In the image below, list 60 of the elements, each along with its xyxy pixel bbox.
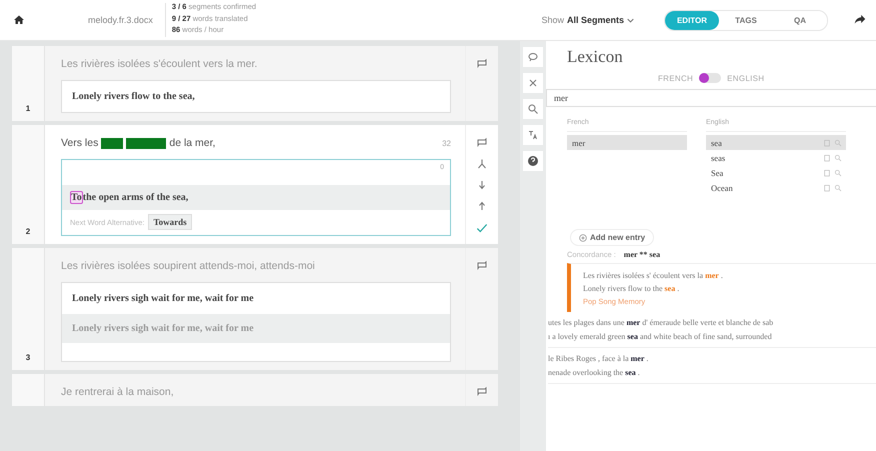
match-row[interactable]: le Ribes Roges , face à la mer . nenade overlooking the sea . bbox=[548, 350, 876, 384]
match-source: utes les plages dans une mer d' émeraude belle verte et blanche de sab bbox=[548, 318, 774, 327]
add-entry-button[interactable]: Add new entry bbox=[570, 229, 654, 246]
source-text: de la mer, bbox=[169, 137, 216, 149]
help-button[interactable] bbox=[523, 151, 543, 171]
source-text: Je rentrerai à la maison, bbox=[61, 386, 174, 398]
search-button[interactable] bbox=[523, 99, 543, 119]
concordance-pair: mer ** sea bbox=[624, 250, 660, 259]
term-item[interactable]: mer bbox=[567, 135, 687, 150]
match-target: ı a lovely emerald green sea and white beach of fine sand, surrounded bbox=[548, 332, 773, 341]
target-field[interactable]: Lonely rivers flow to the sea, bbox=[61, 80, 451, 113]
segment-filter[interactable]: Show All Segments bbox=[541, 15, 634, 25]
segment-number: 2 bbox=[26, 227, 30, 236]
plus-circle-icon bbox=[579, 234, 587, 242]
chevron-icon bbox=[627, 18, 634, 22]
alternative-button[interactable]: Towards bbox=[148, 214, 192, 230]
term-highlight bbox=[126, 138, 166, 148]
target-field[interactable]: Lonely rivers sigh wait for me, wait for me Lonely rivers sigh wait for me, wait for me bbox=[61, 282, 451, 362]
translate-button[interactable] bbox=[523, 125, 543, 145]
comment-icon[interactable] bbox=[476, 58, 488, 70]
character-count: 32 bbox=[442, 138, 451, 148]
segment-number: 1 bbox=[26, 104, 30, 113]
arrow-down-icon[interactable] bbox=[476, 179, 488, 191]
target-text: Lonely rivers sigh wait for me, wait for me bbox=[71, 292, 255, 306]
check-icon[interactable] bbox=[475, 221, 489, 235]
comment-icon[interactable] bbox=[476, 260, 488, 272]
language-label: FRENCH bbox=[658, 74, 694, 82]
help-icon bbox=[527, 155, 539, 167]
match-source: Les rivières isolées s' écoulent vers la mer . bbox=[583, 271, 724, 280]
comment-icon[interactable] bbox=[476, 137, 488, 149]
segment-number: 3 bbox=[26, 353, 30, 362]
translate-icon bbox=[527, 129, 539, 141]
comment-icon bbox=[527, 51, 539, 63]
target-text: the open arms of the sea, bbox=[82, 192, 188, 203]
arrow-up-icon[interactable] bbox=[476, 200, 488, 212]
segment-card[interactable]: 3 Les rivières isolées soupirent attends-moi, attends-moi Lonely rivers sigh wait for me, wait for me Lonely rivers sigh wait for me, wait for me bbox=[12, 248, 498, 370]
search-icon bbox=[527, 103, 539, 115]
language-switch[interactable] bbox=[699, 73, 722, 83]
close-button[interactable] bbox=[523, 73, 543, 93]
source-text: Les rivières isolées soupirent attends-moi, attends-moi bbox=[61, 260, 315, 272]
home-icon bbox=[13, 14, 25, 26]
panel-title: Lexicon bbox=[567, 47, 624, 67]
match-target: Lonely rivers flow to the sea . bbox=[583, 284, 680, 293]
source-text: Vers les bbox=[61, 137, 98, 149]
segment-card[interactable]: 1 Les rivières isolées s'écoulent vers la mer. Lonely rivers flow to the sea, bbox=[12, 46, 498, 121]
match-row[interactable]: utes les plages dans une mer d' émeraude belle verte et blanche de sab ı a lovely emerald green sea and white beach of fine sand, surrounded bbox=[548, 314, 876, 348]
share-icon bbox=[853, 12, 867, 26]
language-label: ENGLISH bbox=[727, 74, 764, 82]
cursor-word: To bbox=[70, 191, 83, 204]
comment-icon[interactable] bbox=[476, 386, 488, 398]
suggestion-text: Lonely rivers sigh wait for me, wait for me bbox=[62, 314, 450, 343]
comment-button[interactable] bbox=[523, 47, 543, 67]
split-icon[interactable] bbox=[476, 158, 488, 170]
source-text: Les rivières isolées s'écoulent vers la mer. bbox=[61, 58, 258, 70]
match-source: le Ribes Roges , face à la mer . bbox=[548, 354, 650, 363]
file-name: melody.fr.3.docx bbox=[88, 15, 153, 25]
match-target: nenade overlooking the sea . bbox=[548, 368, 641, 377]
term-highlight bbox=[101, 138, 124, 148]
search-field[interactable]: mer bbox=[546, 89, 876, 107]
close-icon bbox=[527, 77, 539, 89]
